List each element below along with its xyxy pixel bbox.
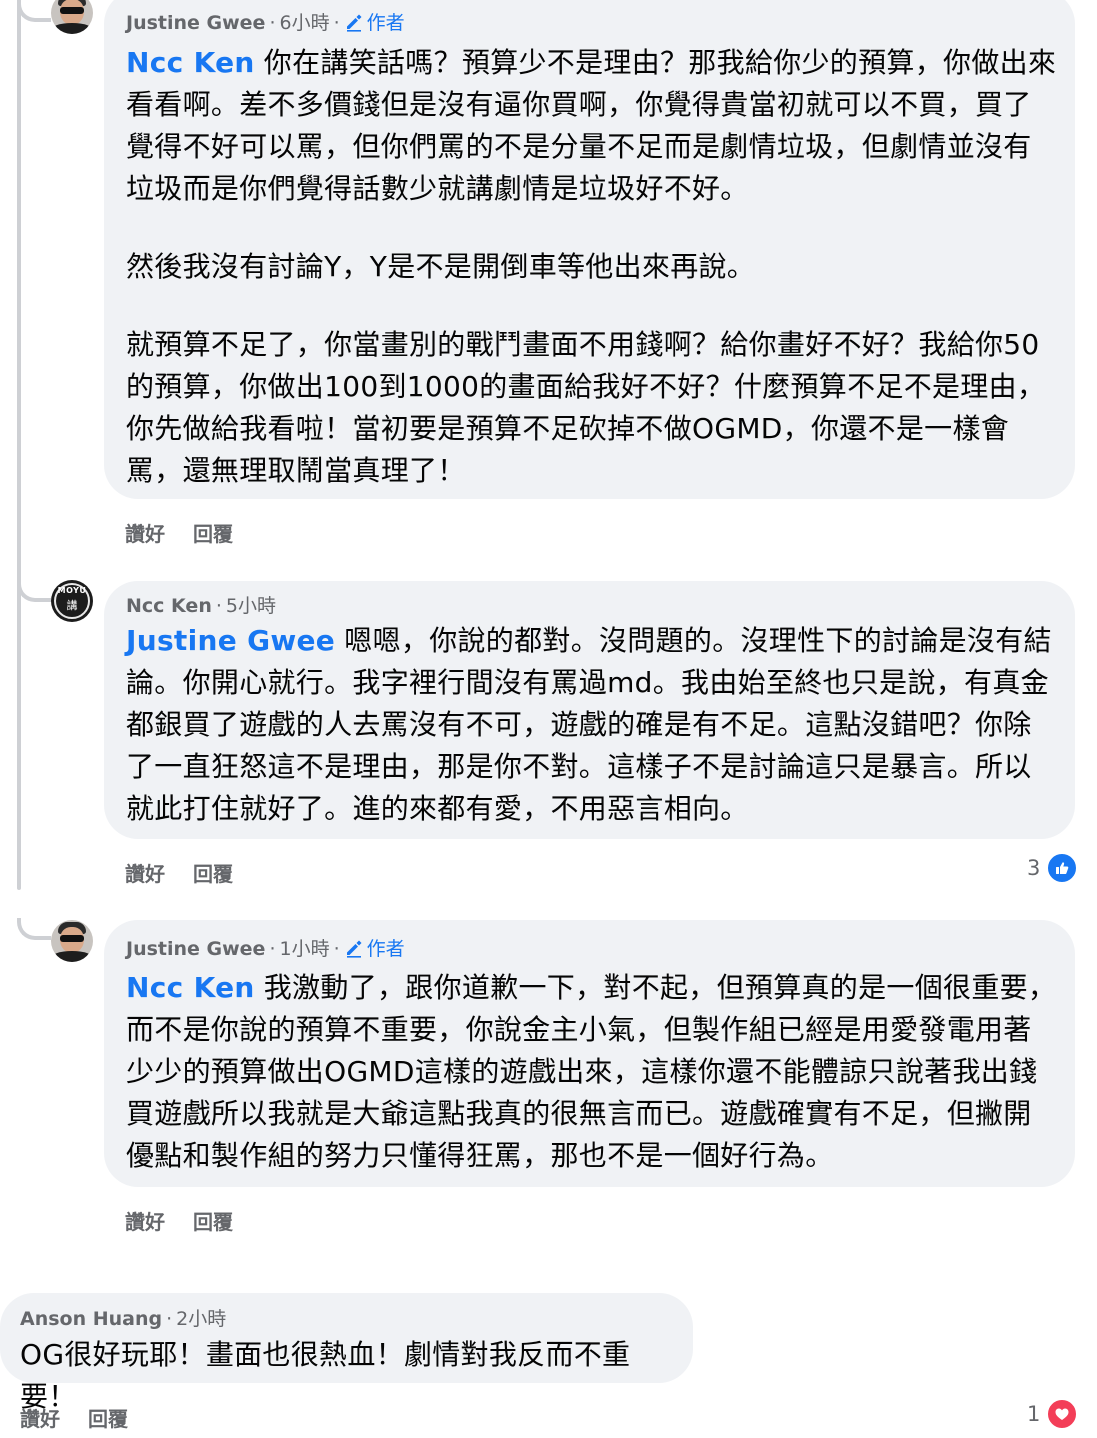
comment-header: Justine Gwee · 1小時 · 作者 [126, 938, 405, 960]
author-name[interactable]: Justine Gwee [126, 12, 265, 34]
avatar[interactable] [51, 0, 93, 34]
avatar[interactable]: MOYU 講 [51, 580, 93, 622]
timestamp[interactable]: 2小時 [176, 1308, 226, 1330]
heart-icon [1046, 1398, 1079, 1430]
avatar-logo-text: 講 [66, 599, 78, 612]
mention-link[interactable]: Ncc Ken [126, 971, 255, 1004]
reply-button[interactable]: 回覆 [193, 1210, 233, 1234]
comment-paragraph: 我激動了，跟你道歉一下，對不起，但預算真的是一個很重要，而不是你說的預算不重要，… [126, 971, 1057, 1172]
avatar[interactable] [51, 920, 93, 962]
comment-bubble: Anson Huang · 2小時 OG很好玩耶！畫面也很熱血！劇情對我反而不重要！ [0, 1293, 693, 1413]
comment-actions: 讚好 回覆 [125, 518, 261, 547]
pencil-icon [346, 940, 362, 958]
comment-bubble: Ncc Ken · 5小時 Justine Gwee 嗯嗯，你說的都對。沒問題的。沒… [104, 581, 1075, 839]
timestamp[interactable]: 1小時 [280, 938, 330, 960]
author-name[interactable]: Ncc Ken [126, 595, 212, 617]
thread-line [17, 0, 21, 890]
comment-paragraph: 你在講笑話嗎？預算少不是理由？那我給你少的預算，你做出來看看啊。差不多價錢但是沒… [126, 46, 1057, 205]
comment-text: Justine Gwee 嗯嗯，你說的都對。沒問題的。沒理性下的討論是沒有結論。… [126, 620, 1057, 830]
comment-header: Ncc Ken · 5小時 [126, 595, 276, 617]
comment-text: Ncc Ken 你在講笑話嗎？預算少不是理由？那我給你少的預算，你做出來看看啊。… [126, 42, 1057, 492]
reaction-summary[interactable]: 3 [1027, 852, 1079, 884]
pencil-icon [346, 14, 362, 32]
author-badge-label: 作者 [366, 938, 405, 960]
author-badge-label: 作者 [366, 12, 405, 34]
comment-header: Justine Gwee · 6小時 · 作者 [126, 12, 405, 34]
author-badge: 作者 [344, 938, 405, 960]
timestamp[interactable]: 5小時 [226, 595, 276, 617]
thread-connector [17, 0, 51, 22]
mention-link[interactable]: Justine Gwee [126, 624, 335, 657]
mention-link[interactable]: Ncc Ken [126, 46, 255, 79]
thread-connector [17, 918, 51, 940]
comment-actions: 讚好 回覆 [125, 858, 261, 887]
like-button[interactable]: 讚好 [125, 1210, 165, 1234]
like-button[interactable]: 讚好 [20, 1407, 60, 1431]
comment-header: Anson Huang · 2小時 [20, 1308, 227, 1330]
reply-button[interactable]: 回覆 [193, 522, 233, 546]
comment-actions: 讚好 回覆 [125, 1206, 261, 1235]
comment-bubble: Justine Gwee · 6小時 · 作者 Ncc Ken 你在講笑話嗎？預算少不是… [104, 0, 1075, 499]
reaction-summary[interactable]: 1 [1027, 1398, 1079, 1430]
thread-connector [17, 580, 51, 602]
comment-paragraph: 就預算不足了，你當畫別的戰鬥畫面不用錢啊？給你畫好不好？我給你50的預算，你做出… [126, 328, 1046, 487]
thumbs-up-icon [1046, 852, 1079, 884]
author-badge: 作者 [344, 12, 405, 34]
comment-bubble: Justine Gwee · 1小時 · 作者 Ncc Ken 我激動了，跟你道歉一下，… [104, 920, 1075, 1187]
comment-text: Ncc Ken 我激動了，跟你道歉一下，對不起，但預算真的是一個很重要，而不是你… [126, 967, 1057, 1177]
avatar-logo-text: MOYU [57, 586, 87, 595]
comment-actions: 讚好 回覆 [20, 1403, 156, 1432]
reply-button[interactable]: 回覆 [193, 862, 233, 886]
reaction-count: 1 [1027, 1402, 1041, 1426]
like-button[interactable]: 讚好 [125, 862, 165, 886]
reaction-count: 3 [1027, 856, 1041, 880]
timestamp[interactable]: 6小時 [280, 12, 330, 34]
author-name[interactable]: Justine Gwee [126, 938, 265, 960]
reply-button[interactable]: 回覆 [88, 1407, 128, 1431]
author-name[interactable]: Anson Huang [20, 1308, 162, 1330]
comment-paragraph: 然後我沒有討論Y，Y是不是開倒車等他出來再說。 [126, 250, 756, 283]
like-button[interactable]: 讚好 [125, 522, 165, 546]
